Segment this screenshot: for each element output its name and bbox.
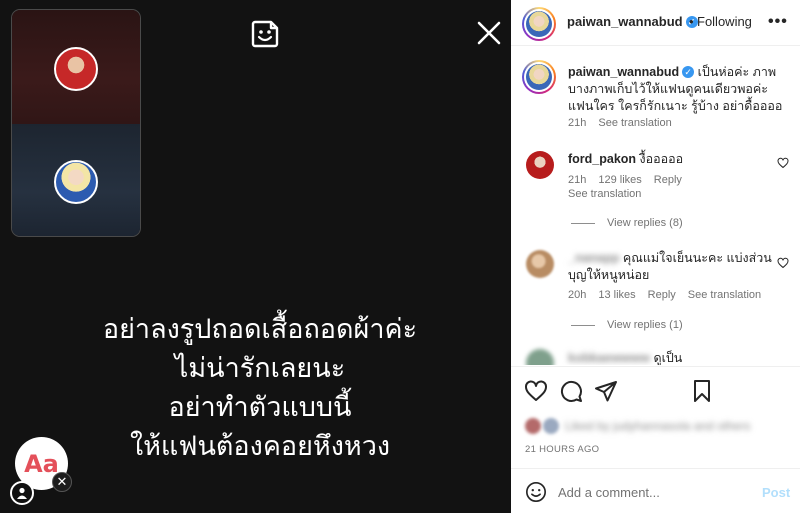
- remove-text-button[interactable]: ✕: [52, 472, 72, 492]
- story-text-overlay: อย่าลงรูปถอดเสื้อถอดผ้าค่ะ ไม่น่ารักเลยน…: [40, 310, 480, 466]
- following-button[interactable]: Following: [697, 14, 752, 29]
- verified-badge-icon: ✓: [682, 66, 695, 78]
- comment-meta: 20h 13 likes Reply See translation: [568, 289, 773, 301]
- comment-icon[interactable]: [559, 379, 583, 403]
- add-comment-bar: Post: [511, 468, 800, 513]
- header-username[interactable]: paiwan_wannabud ✓: [567, 14, 698, 29]
- comment-avatar[interactable]: [526, 151, 554, 179]
- caption-username[interactable]: paiwan_wannabud: [568, 65, 679, 79]
- username-link[interactable]: paiwan_wannabud: [567, 14, 683, 29]
- user-icon[interactable]: [10, 481, 34, 505]
- story-media: อย่าลงรูปถอดเสื้อถอดผ้าค่ะ ไม่น่ารักเลยน…: [0, 0, 511, 513]
- avatar[interactable]: [522, 7, 556, 41]
- comment-text-block: kobkaewwww ดูเป็น: [568, 350, 778, 365]
- liked-by-line[interactable]: Liked by judyhannasola and others: [525, 418, 750, 434]
- view-replies-button[interactable]: View replies (1): [571, 319, 683, 331]
- preview-avatar-top: [54, 47, 98, 91]
- comment-text-block: ford_pakon งื้อออออ: [568, 151, 768, 168]
- story-text-line: อย่าลงรูปถอดเสื้อถอดผ้าค่ะ: [102, 314, 418, 345]
- post-header: paiwan_wannabud ✓ • Following •••: [511, 0, 800, 46]
- reply-button[interactable]: Reply: [648, 289, 676, 301]
- story-preview-card[interactable]: [11, 9, 141, 237]
- reply-button[interactable]: Reply: [654, 174, 682, 186]
- view-replies-button[interactable]: View replies (8): [571, 217, 683, 229]
- header-separator: •: [689, 14, 694, 29]
- comment-time: 20h: [568, 289, 587, 301]
- post-timestamp: 21 HOURS AGO: [525, 444, 600, 455]
- more-options-icon[interactable]: •••: [768, 13, 788, 31]
- post-actions: Liked by judyhannasola and others 21 HOU…: [511, 366, 800, 466]
- comment-input[interactable]: [558, 481, 748, 503]
- save-bookmark-icon[interactable]: [690, 379, 714, 403]
- comment-username[interactable]: ford_pakon: [568, 152, 636, 166]
- like-comment-heart-icon[interactable]: [777, 257, 789, 269]
- story-text-line: ให้แฟนต้องคอยหึงหวง: [129, 431, 391, 462]
- story-text-line: อย่าทำตัวแบบนี้: [168, 392, 352, 423]
- story-text-line: ไม่น่ารักเลยนะ: [174, 353, 346, 384]
- liked-by-text[interactable]: Liked by judyhannasola and others: [565, 419, 750, 433]
- comment-avatar[interactable]: [526, 349, 554, 365]
- preview-avatar-bottom: [54, 160, 98, 204]
- sticker-icon[interactable]: [249, 18, 281, 50]
- comment-username[interactable]: kobkaewwww: [568, 351, 650, 365]
- close-icon[interactable]: [474, 18, 504, 48]
- see-translation-link[interactable]: See translation: [568, 188, 641, 200]
- comment-text-block: _nanapp คุณแม่ใจเย็นนะคะ แบ่งส่วนบุญให้ห…: [568, 250, 778, 284]
- comment-see-translation: See translation: [568, 188, 653, 200]
- comment-username[interactable]: _nanapp: [568, 251, 619, 265]
- person-icon: [17, 487, 27, 499]
- caption-time: 21h: [568, 117, 587, 129]
- comment-avatar[interactable]: [526, 250, 554, 278]
- post-panel: paiwan_wannabud ✓ • Following ••• paiwan_…: [511, 0, 800, 513]
- like-heart-icon[interactable]: [524, 379, 548, 403]
- share-icon[interactable]: [594, 379, 618, 403]
- caption-meta: 21h See translation: [568, 117, 684, 129]
- comment-text: งื้อออออ: [639, 152, 684, 166]
- caption-avatar[interactable]: [522, 60, 556, 94]
- comment-likes[interactable]: 13 likes: [598, 289, 635, 301]
- caption-text-block: paiwan_wannabud ✓ เป็นห่อค่ะ ภาพบางภาพเก็…: [568, 64, 786, 115]
- post-button[interactable]: Post: [762, 485, 790, 500]
- comment-meta: 21h 129 likes Reply: [568, 174, 694, 186]
- comment-text: ดูเป็น: [653, 351, 683, 365]
- emoji-icon[interactable]: [525, 481, 547, 503]
- comment-time: 21h: [568, 174, 587, 186]
- comments-list[interactable]: paiwan_wannabud ✓ เป็นห่อค่ะ ภาพบางภาพเก็…: [511, 47, 800, 365]
- like-comment-heart-icon[interactable]: [777, 157, 789, 169]
- liker-avatar: [525, 418, 541, 434]
- see-translation-link[interactable]: See translation: [598, 117, 671, 129]
- comment-likes[interactable]: 129 likes: [598, 174, 641, 186]
- see-translation-link[interactable]: See translation: [688, 289, 761, 301]
- liker-avatar: [543, 418, 559, 434]
